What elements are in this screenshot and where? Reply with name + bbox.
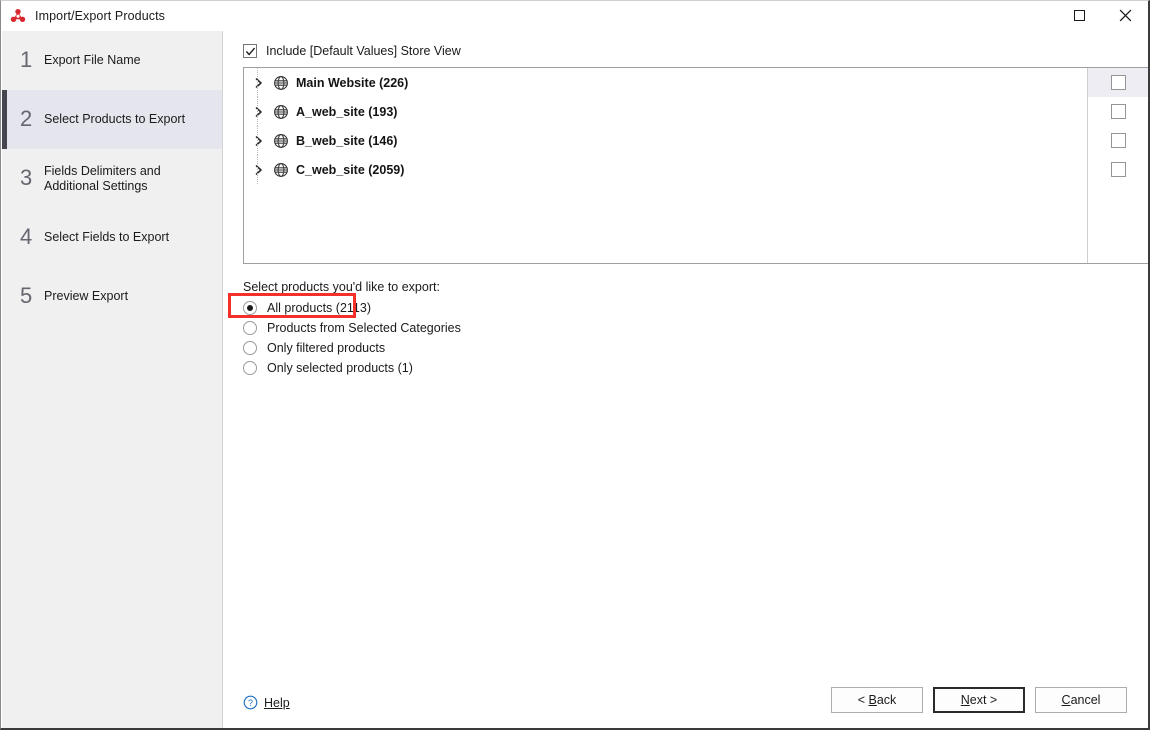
sidebar-item-select-fields-to-export[interactable]: 4 Select Fields to Export bbox=[2, 208, 222, 267]
tree-guide-line bbox=[257, 155, 259, 184]
tree-guide-line bbox=[257, 68, 259, 97]
svg-text:?: ? bbox=[248, 698, 253, 708]
table-row[interactable]: C_web_site (2059) bbox=[244, 155, 1148, 184]
back-button[interactable]: < Back bbox=[831, 687, 923, 713]
include-default-values-row[interactable]: Include [Default Values] Store View bbox=[243, 44, 461, 58]
tree-item-label: A_web_site (193) bbox=[296, 104, 398, 119]
select-products-caption: Select products you'd like to export: bbox=[243, 280, 440, 294]
tree-row-checkbox-cell[interactable] bbox=[1088, 68, 1148, 97]
step-number: 3 bbox=[20, 165, 33, 190]
title-bar: Import/Export Products bbox=[1, 1, 1148, 30]
product-scope-radio-group: All products (2113) Products from Select… bbox=[243, 298, 461, 378]
sidebar-item-preview-export[interactable]: 5 Preview Export bbox=[2, 267, 222, 326]
chevron-right-icon[interactable] bbox=[251, 75, 267, 91]
globe-icon bbox=[274, 133, 288, 148]
app-logo-icon bbox=[10, 8, 26, 22]
wizard-steps-sidebar: 1 Export File Name 2 Select Products to … bbox=[2, 31, 223, 728]
chevron-right-icon[interactable] bbox=[251, 162, 267, 178]
radio-option-only-selected-products[interactable]: Only selected products (1) bbox=[243, 358, 461, 378]
window-controls bbox=[1056, 1, 1148, 30]
step-label: Select Fields to Export bbox=[44, 230, 170, 244]
chevron-right-icon[interactable] bbox=[251, 133, 267, 149]
radio-label: Only selected products (1) bbox=[267, 361, 413, 375]
tree-rows: Main Website (226) A_web_site (193) B_we… bbox=[244, 68, 1148, 184]
tree-row-checkbox[interactable] bbox=[1110, 75, 1126, 90]
cancel-button-label: Cancel bbox=[1061, 693, 1101, 707]
radio-label: Products from Selected Categories bbox=[267, 321, 461, 335]
tree-row-checkbox-cell[interactable] bbox=[1088, 155, 1148, 184]
back-button-label: < Back bbox=[857, 693, 897, 707]
wizard-navigation-buttons: < Back Next > Cancel bbox=[831, 687, 1127, 713]
radio-button[interactable] bbox=[243, 301, 257, 315]
tree-item-label: B_web_site (146) bbox=[296, 133, 398, 148]
sidebar-item-export-file-name[interactable]: 1 Export File Name bbox=[2, 31, 222, 90]
maximize-button[interactable] bbox=[1056, 1, 1102, 30]
globe-icon bbox=[274, 162, 288, 177]
import-export-products-window: Import/Export Products 1 Export File Nam… bbox=[0, 0, 1150, 730]
tree-row-checkbox-cell[interactable] bbox=[1088, 97, 1148, 126]
tree-item-label: Main Website (226) bbox=[296, 75, 409, 90]
step-label: Preview Export bbox=[44, 289, 129, 303]
window-title: Import/Export Products bbox=[35, 8, 166, 23]
step-label: Export File Name bbox=[44, 53, 141, 67]
step-number: 4 bbox=[20, 224, 33, 249]
help-label: Help bbox=[264, 695, 290, 710]
sidebar-item-select-products-to-export[interactable]: 2 Select Products to Export bbox=[2, 90, 222, 149]
include-default-values-checkbox[interactable] bbox=[243, 44, 257, 58]
check-icon bbox=[245, 47, 255, 55]
radio-button[interactable] bbox=[243, 321, 257, 335]
help-circle-icon: ? bbox=[243, 695, 258, 710]
table-row[interactable]: B_web_site (146) bbox=[244, 126, 1148, 155]
tree-guide-line bbox=[257, 97, 259, 126]
next-button[interactable]: Next > bbox=[933, 687, 1025, 713]
radio-option-all-products[interactable]: All products (2113) bbox=[243, 298, 461, 318]
globe-icon bbox=[274, 75, 288, 90]
tree-item-label: C_web_site (2059) bbox=[296, 162, 405, 177]
tree-row-checkbox[interactable] bbox=[1110, 162, 1126, 177]
help-link[interactable]: ? Help bbox=[243, 695, 290, 710]
websites-tree-listbox[interactable]: Main Website (226) A_web_site (193) B_we… bbox=[243, 67, 1148, 264]
chevron-right-icon[interactable] bbox=[251, 104, 267, 120]
sidebar-item-fields-delimiters[interactable]: 3 Fields Delimiters and Additional Setti… bbox=[2, 149, 222, 208]
step-number: 5 bbox=[20, 283, 33, 308]
tree-select-column bbox=[1087, 68, 1148, 263]
main-content-panel: Include [Default Values] Store View Main… bbox=[223, 31, 1148, 728]
table-row[interactable]: A_web_site (193) bbox=[244, 97, 1148, 126]
step-label: Fields Delimiters and Additional Setting… bbox=[44, 164, 161, 193]
step-number: 1 bbox=[20, 47, 33, 72]
radio-button[interactable] bbox=[243, 361, 257, 375]
maximize-icon bbox=[1073, 10, 1085, 21]
include-default-values-label: Include [Default Values] Store View bbox=[266, 44, 461, 58]
close-button[interactable] bbox=[1102, 1, 1148, 30]
step-label: Select Products to Export bbox=[44, 112, 186, 126]
cancel-button[interactable]: Cancel bbox=[1035, 687, 1127, 713]
globe-icon bbox=[274, 104, 288, 119]
close-icon bbox=[1119, 9, 1131, 22]
tree-row-checkbox[interactable] bbox=[1110, 104, 1126, 119]
tree-row-checkbox-cell[interactable] bbox=[1088, 126, 1148, 155]
radio-option-products-from-selected-categories[interactable]: Products from Selected Categories bbox=[243, 318, 461, 338]
radio-label: Only filtered products bbox=[267, 341, 386, 355]
radio-button[interactable] bbox=[243, 341, 257, 355]
radio-label: All products (2113) bbox=[267, 301, 371, 315]
radio-option-only-filtered-products[interactable]: Only filtered products bbox=[243, 338, 461, 358]
tree-row-checkbox[interactable] bbox=[1110, 133, 1126, 148]
next-button-label: Next > bbox=[960, 693, 998, 707]
tree-guide-line bbox=[257, 126, 259, 155]
table-row[interactable]: Main Website (226) bbox=[244, 68, 1148, 97]
step-number: 2 bbox=[20, 106, 33, 131]
